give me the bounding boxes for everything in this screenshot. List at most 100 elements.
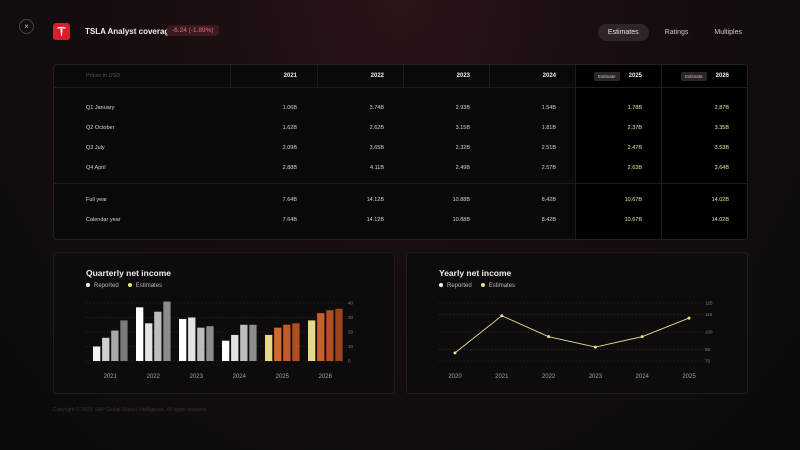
table-cell: 3.35B xyxy=(714,125,729,131)
column-divider xyxy=(575,65,576,239)
copyright-text: Copyright © 2023, S&P Global Market Inte… xyxy=(53,407,208,413)
row-label: Q2 October xyxy=(86,125,115,131)
table-cell: 14.02B xyxy=(711,197,729,203)
x-tick-label: 2025 xyxy=(682,374,696,380)
table-cell: 3.64B xyxy=(714,165,729,171)
table-cell: 3.65B xyxy=(369,145,384,151)
table-corner-label: Prices in USD xyxy=(86,73,121,79)
table-cell: 14.02B xyxy=(711,217,729,223)
table-cell: 8.42B xyxy=(541,217,556,223)
tab-ratings[interactable]: Ratings xyxy=(655,24,699,41)
table-cell: 2.88B xyxy=(282,165,297,171)
table-cell: 3.53B xyxy=(714,145,729,151)
tab-estimates[interactable]: Estimates xyxy=(597,24,649,41)
bar xyxy=(240,324,248,361)
table-cell: 2.32B xyxy=(455,145,470,151)
quarterly-bar-chart: 40 30 20 10 0 2021 2022 2023 2024 2025 2026 xyxy=(86,301,354,380)
table-cell: 2.87B xyxy=(714,105,729,111)
x-tick-label: 2024 xyxy=(233,374,247,380)
y-tick-label: 40 xyxy=(348,301,354,306)
data-point xyxy=(500,314,504,318)
x-tick-label: 2022 xyxy=(147,374,161,380)
bar xyxy=(197,327,205,361)
table-cell: 7.64B xyxy=(282,217,297,223)
tesla-logo-icon xyxy=(57,26,66,36)
table-cell: 2.62B xyxy=(369,125,384,131)
bar xyxy=(163,301,171,361)
bar xyxy=(93,346,101,361)
row-label: Q1 January xyxy=(86,105,115,111)
estimate-badge: Estimate xyxy=(594,72,620,81)
bar xyxy=(120,320,128,361)
y-tick-label: 100 xyxy=(705,330,713,335)
row-label: Q3 July xyxy=(86,145,105,151)
table-cell: 1.62B xyxy=(282,125,297,131)
bar xyxy=(326,310,334,361)
close-button[interactable]: × xyxy=(19,19,34,34)
bar xyxy=(154,311,162,361)
table-cell: 14.12B xyxy=(366,197,384,203)
x-tick-label: 2021 xyxy=(104,374,118,380)
row-divider xyxy=(54,87,747,88)
table-cell: 2.51B xyxy=(541,145,556,151)
data-point xyxy=(547,335,551,339)
bar xyxy=(249,324,257,361)
x-tick-label: 2020 xyxy=(448,374,462,380)
quarterly-chart-card: Quarterly net income Reported Estimates … xyxy=(53,252,395,394)
table-cell: 1.81B xyxy=(541,125,556,131)
bar xyxy=(231,334,239,361)
x-tick-label: 2025 xyxy=(276,374,290,380)
column-header-2021: 2021 xyxy=(283,73,297,79)
y-tick-label: 85 xyxy=(705,347,711,352)
y-tick-label: 0 xyxy=(348,359,351,364)
table-cell: 14.12B xyxy=(366,217,384,223)
x-tick-label: 2022 xyxy=(542,374,556,380)
y-tick-label: 30 xyxy=(348,315,354,320)
table-cell: 2.57B xyxy=(541,165,556,171)
table-cell: 10.88B xyxy=(452,217,470,223)
table-cell: 2.37B xyxy=(627,125,642,131)
table-cell: 10.67B xyxy=(624,217,642,223)
table-cell: 2.93B xyxy=(455,105,470,111)
table-cell: 10.88B xyxy=(452,197,470,203)
row-divider xyxy=(54,183,747,184)
table-cell: 1.78B xyxy=(627,105,642,111)
bar xyxy=(222,340,230,361)
bar xyxy=(179,318,187,361)
y-tick-label: 125 xyxy=(705,301,713,306)
data-point xyxy=(593,345,597,349)
data-point xyxy=(640,335,644,339)
tab-multiples[interactable]: Multiples xyxy=(704,24,752,41)
yearly-chart-card: Yearly net income Reported Estimates 125… xyxy=(406,252,748,394)
close-icon: × xyxy=(24,22,29,31)
price-change-badge: -6.24 (-1.89%) xyxy=(167,25,219,36)
y-tick-label: 75 xyxy=(705,359,711,364)
column-divider xyxy=(661,65,662,239)
column-header-2023: 2023 xyxy=(456,73,470,79)
estimate-column-bg xyxy=(661,65,747,239)
table-cell: 2.47B xyxy=(627,145,642,151)
x-tick-label: 2023 xyxy=(589,374,603,380)
bar xyxy=(265,334,273,361)
bar xyxy=(206,326,214,361)
bar xyxy=(308,320,316,361)
table-cell: 8.42B xyxy=(541,197,556,203)
column-header-2024: 2024 xyxy=(542,73,556,79)
table-cell: 3.74B xyxy=(369,105,384,111)
bar xyxy=(145,323,153,361)
x-tick-label: 2023 xyxy=(190,374,204,380)
yearly-line-chart: 125 115 100 85 75 2020 2021 2022 2023 2024 2025 xyxy=(439,301,713,380)
column-header-2022: 2022 xyxy=(370,73,384,79)
x-tick-label: 2026 xyxy=(319,374,333,380)
y-tick-label: 115 xyxy=(705,312,713,317)
series-line xyxy=(454,315,690,354)
bar xyxy=(188,317,196,361)
tesla-logo xyxy=(53,23,70,40)
table-cell: 7.64B xyxy=(282,197,297,203)
estimates-table: Prices in USD 2021 2022 2023 2024 2025 Estimat… xyxy=(53,64,748,240)
bar xyxy=(335,308,343,361)
data-point xyxy=(687,316,691,320)
bar xyxy=(317,313,325,361)
x-tick-label: 2021 xyxy=(495,374,509,380)
table-cell: 4.11B xyxy=(370,165,384,171)
